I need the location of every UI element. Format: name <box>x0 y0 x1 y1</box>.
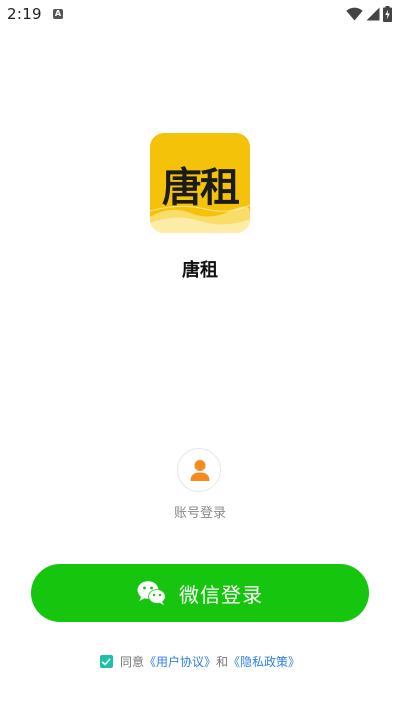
user-agreement-link[interactable]: 《用户协议》 <box>144 653 216 670</box>
wechat-login-button[interactable]: 微信登录 <box>31 564 369 622</box>
wechat-icon <box>137 581 166 605</box>
app-name: 唐租 <box>182 260 218 281</box>
a-badge-icon: A <box>53 9 63 19</box>
wechat-login-label: 微信登录 <box>179 582 263 607</box>
battery-charging-icon <box>383 6 392 22</box>
wifi-icon <box>346 7 363 21</box>
check-icon <box>102 658 111 665</box>
status-icons <box>346 5 392 23</box>
privacy-policy-link[interactable]: 《隐私政策》 <box>228 653 300 670</box>
account-login-button[interactable] <box>177 448 221 492</box>
status-bar: 2:19 A <box>0 0 400 30</box>
app-logo: 唐租 <box>150 133 250 233</box>
agreement-prefix: 同意 <box>119 655 144 669</box>
login-screen: 2:19 A 唐租 唐租 账号登录 微信登录 同意 《用户协议》 和 《隐私政策… <box>0 0 400 711</box>
status-time: 2:19 <box>7 5 42 23</box>
agreement-conjunction: 和 <box>216 655 229 669</box>
user-icon <box>190 460 210 481</box>
agree-checkbox[interactable] <box>99 655 113 668</box>
signal-icon <box>366 7 380 21</box>
logo-text: 唐租 <box>162 164 240 211</box>
agreement-row: 同意 《用户协议》 和 《隐私政策》 <box>0 653 400 670</box>
account-login-label[interactable]: 账号登录 <box>0 502 400 521</box>
